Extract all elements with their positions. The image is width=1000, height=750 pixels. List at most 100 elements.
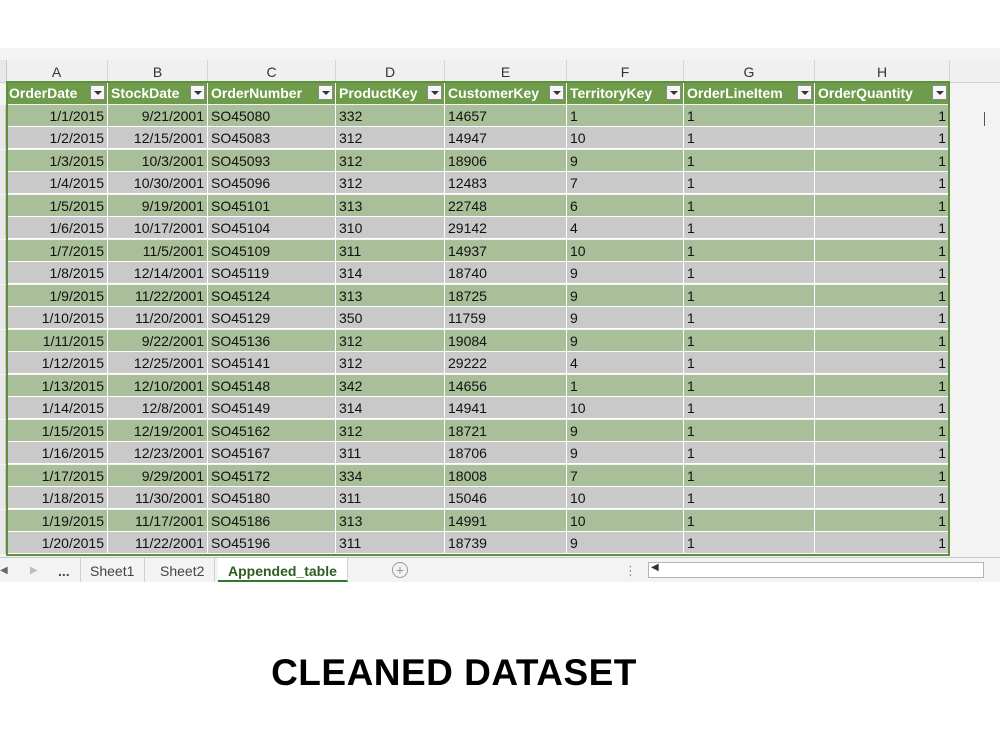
table-cell[interactable]: 1/6/2015	[6, 217, 108, 239]
table-cell[interactable]: 312	[336, 330, 445, 352]
table-cell[interactable]: 1	[684, 172, 815, 194]
table-cell[interactable]: 9	[567, 420, 684, 442]
table-cell[interactable]: 1	[815, 532, 950, 554]
table-cell[interactable]: 1/8/2015	[6, 262, 108, 284]
table-cell[interactable]: 12483	[445, 172, 567, 194]
table-cell[interactable]: 1/11/2015	[6, 330, 108, 352]
prev-sheet-arrow-icon[interactable]: ◀	[0, 558, 8, 582]
table-cell[interactable]: SO45083	[208, 127, 336, 149]
next-sheet-arrow-icon[interactable]: ▶	[30, 558, 38, 582]
tab-appended-table[interactable]: Appended_table	[218, 558, 348, 582]
table-cell[interactable]: 1	[815, 172, 950, 194]
column-letter[interactable]: C	[208, 60, 336, 82]
table-cell[interactable]: SO45129	[208, 307, 336, 329]
table-cell[interactable]: 1	[684, 375, 815, 397]
table-cell[interactable]: 1	[684, 420, 815, 442]
table-cell[interactable]: 10/17/2001	[108, 217, 208, 239]
table-cell[interactable]: 9	[567, 285, 684, 307]
table-cell[interactable]: SO45096	[208, 172, 336, 194]
table-cell[interactable]: 18725	[445, 285, 567, 307]
table-cell[interactable]: 10	[567, 487, 684, 509]
table-cell[interactable]: 1/20/2015	[6, 532, 108, 554]
table-cell[interactable]: 1	[815, 375, 950, 397]
table-cell[interactable]: 1	[815, 465, 950, 487]
table-cell[interactable]: SO45093	[208, 150, 336, 172]
table-cell[interactable]: 14991	[445, 510, 567, 532]
table-cell[interactable]: 10	[567, 127, 684, 149]
filter-dropdown-icon[interactable]	[190, 85, 205, 100]
table-cell[interactable]: 1	[684, 330, 815, 352]
table-cell[interactable]: 7	[567, 172, 684, 194]
table-cell[interactable]: 9	[567, 262, 684, 284]
table-cell[interactable]: 1	[684, 532, 815, 554]
table-cell[interactable]: 1	[815, 217, 950, 239]
table-cell[interactable]: 10/30/2001	[108, 172, 208, 194]
table-cell[interactable]: 311	[336, 240, 445, 262]
table-cell[interactable]: 332	[336, 105, 445, 127]
table-cell[interactable]: 9/22/2001	[108, 330, 208, 352]
table-cell[interactable]: 1/14/2015	[6, 397, 108, 419]
table-cell[interactable]: 9/19/2001	[108, 195, 208, 217]
filter-dropdown-icon[interactable]	[549, 85, 564, 100]
table-cell[interactable]: 1	[684, 262, 815, 284]
table-header-cell[interactable]: ProductKey	[336, 82, 445, 104]
table-cell[interactable]: SO45196	[208, 532, 336, 554]
table-cell[interactable]: 312	[336, 352, 445, 374]
table-cell[interactable]: 1	[815, 352, 950, 374]
table-cell[interactable]: 1	[684, 240, 815, 262]
table-header-cell[interactable]: OrderLineItem	[684, 82, 815, 104]
table-cell[interactable]: 14656	[445, 375, 567, 397]
table-cell[interactable]: 312	[336, 127, 445, 149]
table-cell[interactable]: 4	[567, 217, 684, 239]
table-cell[interactable]: 1/18/2015	[6, 487, 108, 509]
table-cell[interactable]: 1/9/2015	[6, 285, 108, 307]
table-cell[interactable]: 1/5/2015	[6, 195, 108, 217]
table-cell[interactable]: 12/8/2001	[108, 397, 208, 419]
table-cell[interactable]: 1	[815, 195, 950, 217]
table-cell[interactable]: 19084	[445, 330, 567, 352]
table-header-cell[interactable]: OrderNumber	[208, 82, 336, 104]
table-header-cell[interactable]: TerritoryKey	[567, 82, 684, 104]
table-cell[interactable]: 1	[815, 487, 950, 509]
table-header-cell[interactable]: StockDate	[108, 82, 208, 104]
table-cell[interactable]: 313	[336, 510, 445, 532]
table-cell[interactable]: 18721	[445, 420, 567, 442]
table-cell[interactable]: 9/29/2001	[108, 465, 208, 487]
table-cell[interactable]: 10	[567, 510, 684, 532]
table-cell[interactable]: 15046	[445, 487, 567, 509]
tab-splitter-handle-icon[interactable]: ⋮	[624, 558, 637, 584]
table-cell[interactable]: 6	[567, 195, 684, 217]
column-letter[interactable]: H	[815, 60, 950, 82]
table-cell[interactable]: 314	[336, 262, 445, 284]
table-cell[interactable]: 22748	[445, 195, 567, 217]
table-cell[interactable]: 312	[336, 420, 445, 442]
table-cell[interactable]: 1/2/2015	[6, 127, 108, 149]
table-cell[interactable]: 9	[567, 150, 684, 172]
table-cell[interactable]: 1	[684, 442, 815, 464]
table-cell[interactable]: 1	[815, 285, 950, 307]
table-cell[interactable]: 1	[684, 150, 815, 172]
table-cell[interactable]: 11/30/2001	[108, 487, 208, 509]
table-cell[interactable]: SO45167	[208, 442, 336, 464]
table-cell[interactable]: 313	[336, 195, 445, 217]
table-cell[interactable]: 11/5/2001	[108, 240, 208, 262]
table-cell[interactable]: 1	[815, 442, 950, 464]
tab-sheet2[interactable]: Sheet2	[150, 558, 216, 582]
table-cell[interactable]: 9/21/2001	[108, 105, 208, 127]
table-cell[interactable]: SO45162	[208, 420, 336, 442]
table-cell[interactable]: SO45148	[208, 375, 336, 397]
table-cell[interactable]: 9	[567, 330, 684, 352]
filter-dropdown-icon[interactable]	[797, 85, 812, 100]
table-cell[interactable]: 18906	[445, 150, 567, 172]
table-cell[interactable]: 1	[684, 510, 815, 532]
table-cell[interactable]: 1/7/2015	[6, 240, 108, 262]
table-cell[interactable]: 10/3/2001	[108, 150, 208, 172]
table-cell[interactable]: 311	[336, 442, 445, 464]
table-cell[interactable]: 9	[567, 307, 684, 329]
table-cell[interactable]: 1	[815, 150, 950, 172]
table-cell[interactable]: 12/10/2001	[108, 375, 208, 397]
table-cell[interactable]: 312	[336, 150, 445, 172]
table-cell[interactable]: SO45149	[208, 397, 336, 419]
table-cell[interactable]: SO45124	[208, 285, 336, 307]
column-letter[interactable]: E	[445, 60, 567, 82]
